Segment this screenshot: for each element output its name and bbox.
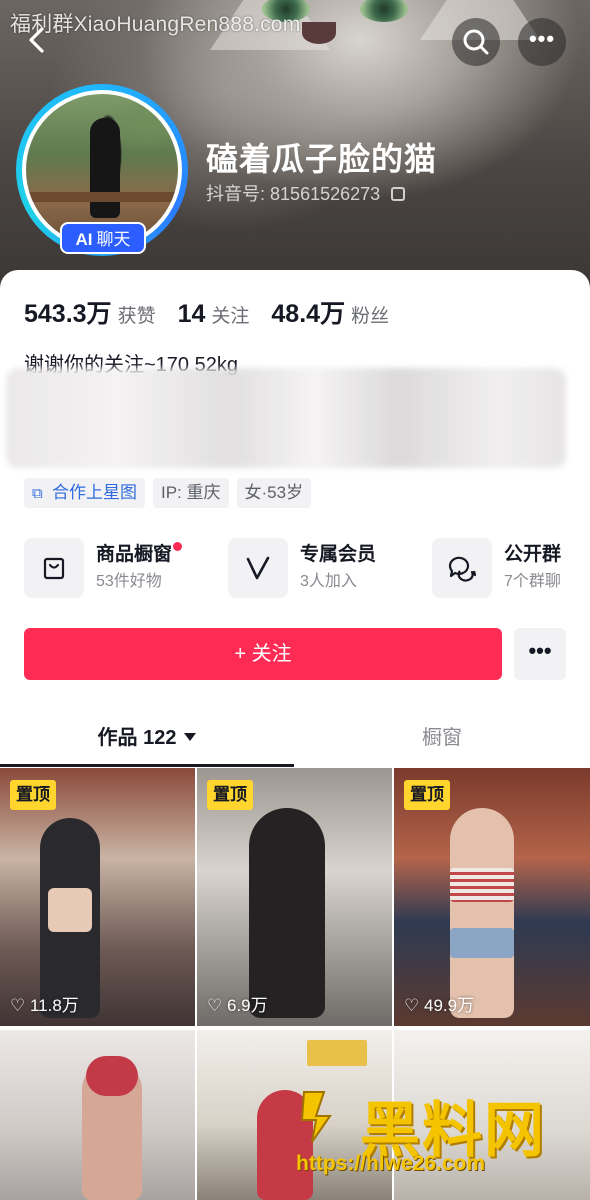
post-subject-top	[450, 868, 514, 902]
post-thumbnail[interactable]	[0, 1030, 195, 1200]
post-likes-count: 11.8万	[29, 996, 79, 1015]
header-more-button[interactable]: •••	[518, 18, 566, 66]
search-icon	[463, 29, 489, 55]
post-likes: ♡ 6.9万	[207, 991, 268, 1016]
post-likes-count: 49.9万	[423, 996, 475, 1015]
username: 磕着瓜子脸的猫	[206, 141, 438, 177]
feature-group-icon-box	[432, 538, 492, 598]
blurred-bio-region	[6, 368, 566, 468]
bottom-watermark: 黑料网 https://hlwe26.com	[290, 1080, 590, 1200]
shopping-bag-icon	[43, 557, 65, 580]
star-map-icon: ⧉	[32, 485, 43, 502]
tag-star-map[interactable]: ⧉ 合作上星图	[24, 478, 145, 508]
post-likes-count: 6.9万	[226, 996, 268, 1015]
stat-likes-label[interactable]: 获赞	[118, 301, 156, 328]
post-subject-skin	[48, 888, 92, 932]
feature-member-icon-box	[228, 538, 288, 598]
cat-nose	[302, 22, 336, 44]
tab-showcase[interactable]: 橱窗	[294, 710, 590, 766]
feature-shop-subtitle: 53件好物	[96, 573, 162, 590]
feature-shop-title: 商品橱窗	[96, 544, 173, 565]
feature-public-group[interactable]: 公开群 7个群聊	[432, 536, 590, 600]
tab-works-label: 作品 122	[97, 727, 177, 749]
post-subject	[450, 808, 514, 1018]
post-subject-shorts	[450, 928, 514, 958]
feature-member-title: 专属会员	[300, 544, 377, 565]
profile-card: 543.3万 获赞 14 关注 48.4万 粉丝 谢谢你的关注~170 52kg…	[0, 270, 590, 1200]
copy-icon[interactable]	[391, 187, 406, 201]
stat-following-label[interactable]: 关注	[211, 301, 249, 328]
pinned-badge: 置顶	[10, 780, 56, 810]
post-thumbnail[interactable]: 置顶 ♡ 49.9万	[394, 768, 590, 1026]
feature-member-subtitle: 3人加入	[300, 573, 357, 590]
group-chat-icon	[448, 556, 477, 582]
content-tabs: 作品 122 橱窗	[0, 710, 590, 766]
avatar-figure	[90, 118, 120, 218]
ai-badge-prefix: AI	[75, 230, 93, 249]
back-button[interactable]	[22, 22, 66, 66]
ai-badge-label: 聊天	[96, 230, 131, 249]
feature-member-text: 专属会员 3人加入	[300, 542, 376, 594]
tab-works[interactable]: 作品 122	[0, 710, 294, 766]
post-likes: ♡ 11.8万	[10, 991, 79, 1016]
post-subject-hair	[86, 1056, 138, 1096]
feature-row: 商品橱窗 53件好物 专属会员 3人加入 公开群 7个群聊	[24, 536, 590, 600]
profile-tags: ⧉ 合作上星图 IP: 重庆 女·53岁	[24, 478, 312, 508]
douyin-id-label: 抖音号:	[206, 184, 266, 204]
post-likes: ♡ 49.9万	[404, 991, 474, 1016]
tag-star-map-label: 合作上星图	[52, 483, 137, 502]
feature-group-subtitle: 7个群聊	[504, 573, 561, 590]
tag-gender-age: 女·53岁	[236, 478, 312, 508]
pinned-badge: 置顶	[404, 780, 450, 810]
tag-ip-location: IP: 重庆	[153, 478, 229, 508]
avatar-railing	[26, 192, 178, 202]
heart-icon: ♡	[10, 996, 26, 1015]
back-arrow-icon	[29, 27, 44, 53]
stat-likes-value[interactable]: 543.3万	[24, 294, 112, 330]
active-tab-indicator	[0, 764, 294, 767]
feature-membership[interactable]: 专属会员 3人加入	[228, 536, 432, 600]
member-v-icon	[246, 556, 270, 580]
feature-shop-icon-box	[24, 538, 84, 598]
ai-chat-badge[interactable]: AI 聊天	[60, 222, 146, 254]
post-thumbnail[interactable]: 置顶 ♡ 6.9万	[197, 768, 392, 1026]
heart-icon: ♡	[207, 996, 223, 1015]
douyin-id-value: 81561526273	[270, 184, 381, 204]
heart-icon: ♡	[404, 996, 420, 1015]
stat-followers-label[interactable]: 粉丝	[351, 301, 389, 328]
stats-row: 543.3万 获赞 14 关注 48.4万 粉丝	[24, 294, 411, 328]
post-subject	[249, 808, 325, 1018]
feature-shop-text: 商品橱窗 53件好物	[96, 542, 183, 594]
feature-group-text: 公开群 7个群聊	[504, 542, 561, 594]
feature-shop-window[interactable]: 商品橱窗 53件好物	[24, 536, 228, 600]
feature-group-title: 公开群	[504, 544, 562, 565]
douyin-id-row[interactable]: 抖音号: 81561526273	[206, 180, 406, 206]
watermark-url: https://hlwe26.com	[296, 1152, 486, 1175]
post-thumbnail[interactable]: 置顶 ♡ 11.8万	[0, 768, 195, 1026]
stat-following-value[interactable]: 14	[178, 300, 206, 329]
stat-followers-value[interactable]: 48.4万	[271, 294, 345, 330]
search-button[interactable]	[452, 18, 500, 66]
watermark-logo-icon	[300, 1091, 332, 1143]
post-sign	[307, 1040, 367, 1066]
follow-button[interactable]: + 关注	[24, 628, 502, 680]
pinned-badge: 置顶	[207, 780, 253, 810]
profile-more-button[interactable]: •••	[514, 628, 566, 680]
notification-dot	[173, 542, 183, 551]
cat-eye-right	[360, 0, 408, 22]
dropdown-triangle-icon	[184, 733, 197, 741]
